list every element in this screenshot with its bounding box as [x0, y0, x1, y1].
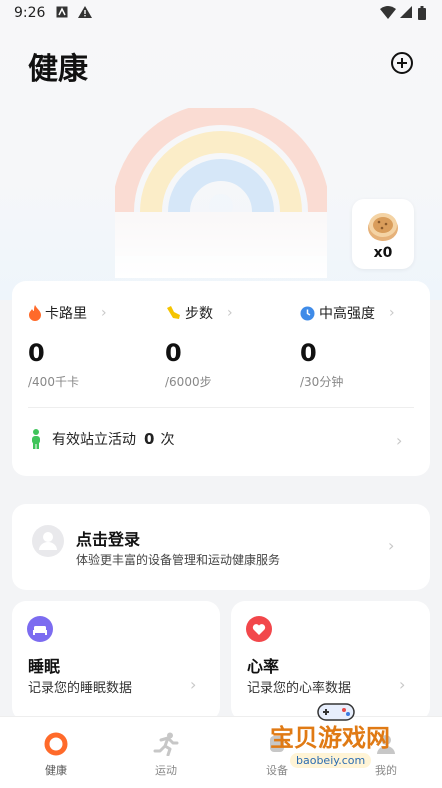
stat-label: 卡路里 — [45, 306, 87, 322]
status-bar: 9:26 — [0, 0, 442, 28]
add-button[interactable] — [390, 51, 414, 75]
watermark: 宝贝游戏网 baobeiy.com — [264, 700, 414, 782]
chevron-right-icon: › — [389, 305, 395, 321]
watermark-url: baobeiy.com — [290, 753, 372, 768]
cookie-reward-card[interactable]: x0 — [352, 199, 414, 269]
stat-calories[interactable]: 卡路里 › 0 /400千卡 — [28, 303, 158, 390]
plus-circle-icon — [391, 52, 413, 74]
sleep-subtitle: 记录您的睡眠数据 — [28, 681, 133, 696]
warning-icon — [78, 6, 92, 21]
stat-goal: /6000步 — [165, 375, 212, 389]
sleep-title: 睡眠 — [28, 657, 61, 676]
login-subtitle: 体验更丰富的设备管理和运动健康服务 — [76, 553, 281, 567]
stat-label: 步数 — [185, 306, 213, 322]
chevron-right-icon: › — [101, 305, 107, 321]
tab-label: 健康 — [45, 764, 67, 777]
tab-health[interactable]: 健康 — [26, 732, 86, 778]
login-card[interactable]: 点击登录 体验更丰富的设备管理和运动健康服务 › — [12, 504, 430, 590]
stat-steps[interactable]: 步数 › 0 /6000步 — [165, 303, 295, 390]
stand-unit: 次 — [160, 432, 175, 448]
login-title: 点击登录 — [76, 530, 141, 549]
stat-value: 0 — [300, 339, 317, 367]
flame-icon — [29, 305, 41, 321]
stat-intensity[interactable]: 中高强度 › 0 /30分钟 — [300, 303, 430, 390]
stat-value: 0 — [165, 339, 182, 367]
stats-card: 卡路里 › 0 /400千卡 步数 › 0 /6000步 中高强度 › 0 /3… — [12, 281, 430, 476]
stat-goal: /400千卡 — [28, 375, 79, 389]
clock-icon — [300, 306, 315, 320]
stat-goal: /30分钟 — [300, 375, 344, 389]
notification-icon — [56, 6, 68, 21]
heart-subtitle: 记录您的心率数据 — [247, 681, 352, 696]
running-icon — [153, 732, 179, 756]
chevron-right-icon: › — [190, 675, 197, 694]
divider — [28, 407, 414, 408]
status-time: 9:26 — [14, 5, 46, 21]
heart-icon — [246, 616, 272, 642]
avatar — [32, 525, 64, 557]
cookie-count: x0 — [373, 245, 393, 261]
wifi-icon — [380, 6, 396, 22]
shoe-icon — [167, 306, 180, 319]
stat-label: 中高强度 — [319, 306, 375, 322]
signal-icon — [400, 6, 412, 21]
bed-icon — [27, 616, 53, 642]
sleep-card[interactable]: 睡眠 记录您的睡眠数据 › — [12, 601, 220, 721]
chevron-right-icon: › — [396, 431, 403, 450]
stand-count: 0 — [144, 430, 155, 448]
watermark-text: 宝贝游戏网 — [270, 724, 390, 752]
health-ring-icon — [44, 732, 68, 756]
stand-label: 有效站立活动 — [52, 432, 136, 448]
chevron-right-icon: › — [399, 675, 406, 694]
battery-icon — [418, 6, 426, 23]
stand-activity-row[interactable]: 有效站立活动 0 次 — [30, 429, 174, 449]
activity-rings[interactable] — [112, 103, 330, 278]
heart-title: 心率 — [247, 657, 280, 676]
page-title: 健康 — [28, 52, 88, 87]
chevron-right-icon: › — [227, 305, 233, 321]
tab-sport[interactable]: 运动 — [136, 732, 196, 778]
standing-person-icon — [32, 429, 40, 449]
tab-label: 运动 — [155, 764, 177, 777]
stat-value: 0 — [28, 339, 45, 367]
chevron-right-icon: › — [388, 536, 395, 555]
cookie-icon — [368, 213, 398, 241]
